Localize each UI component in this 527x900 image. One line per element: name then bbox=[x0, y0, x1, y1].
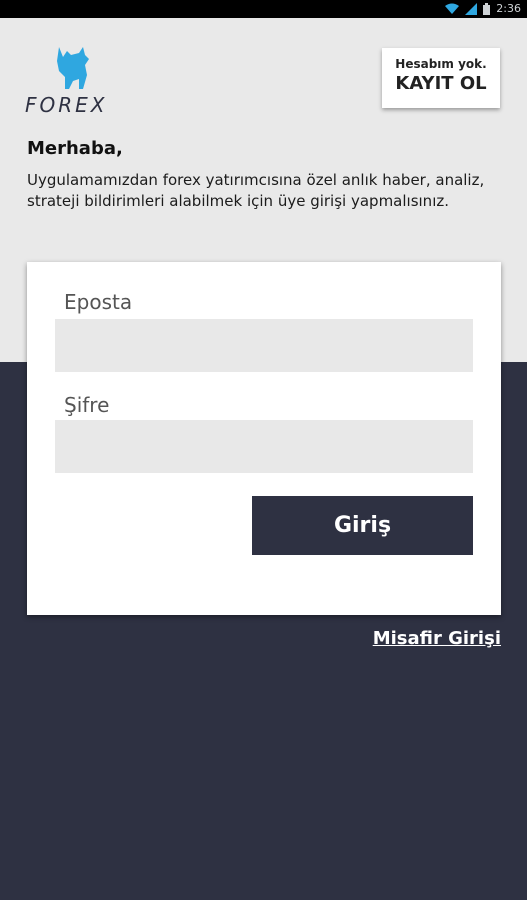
register-prompt: Hesabım yok. bbox=[395, 57, 487, 71]
login-card: Eposta Şifre Giriş bbox=[27, 262, 501, 615]
register-action: KAYIT OL bbox=[395, 73, 487, 94]
status-icons: 2:36 bbox=[445, 2, 521, 15]
status-time: 2:36 bbox=[496, 2, 521, 15]
intro-text: Uygulamamızdan forex yatırımcısına özel … bbox=[27, 171, 485, 210]
signal-icon bbox=[465, 2, 478, 15]
register-button[interactable]: Hesabım yok. KAYIT OL bbox=[382, 48, 500, 108]
logo-text: FOREX bbox=[25, 93, 108, 117]
password-field[interactable] bbox=[55, 420, 473, 473]
login-button[interactable]: Giriş bbox=[252, 496, 473, 555]
battery-icon bbox=[483, 2, 491, 15]
email-label: Eposta bbox=[64, 290, 133, 314]
email-field[interactable] bbox=[55, 319, 473, 372]
guest-login-link[interactable]: Misafir Girişi bbox=[373, 628, 501, 649]
forex-logo: FOREX bbox=[25, 45, 125, 117]
bull-icon bbox=[57, 47, 89, 89]
password-label: Şifre bbox=[64, 393, 110, 417]
status-bar: 2:36 bbox=[0, 0, 527, 18]
wifi-icon bbox=[445, 3, 460, 14]
greeting-title: Merhaba, bbox=[27, 138, 123, 159]
